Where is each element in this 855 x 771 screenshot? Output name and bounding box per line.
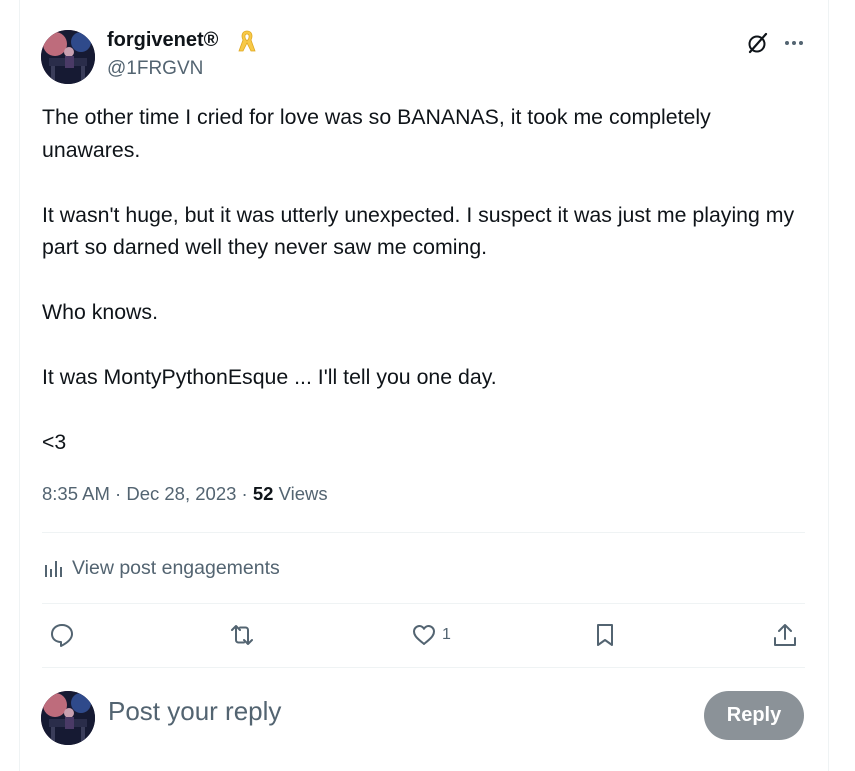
tweet-text: The other time I cried for love was so B… — [42, 101, 802, 459]
tweet-paragraph: <3 — [42, 430, 67, 454]
reply-input[interactable]: Post your reply — [108, 696, 281, 727]
tweet-paragraph: The other time I cried for love was so B… — [42, 105, 711, 162]
reply-submit-button[interactable]: Reply — [704, 691, 804, 740]
tweet-time[interactable]: 8:35 AM — [42, 483, 110, 504]
views-count: 52 — [252, 483, 274, 504]
repost-button[interactable] — [228, 617, 256, 653]
bookmark-icon — [597, 624, 613, 646]
share-button[interactable] — [771, 617, 799, 653]
avatar-image — [41, 691, 95, 745]
view-engagements-link[interactable]: View post engagements — [42, 554, 280, 582]
author-handle[interactable]: @1FRGVN — [107, 58, 203, 80]
divider — [42, 667, 805, 668]
bookmark-button[interactable] — [591, 617, 619, 653]
tweet-date[interactable]: Dec 28, 2023 — [126, 483, 236, 504]
repost-icon — [231, 625, 253, 645]
grok-icon[interactable] — [746, 31, 770, 55]
divider — [42, 603, 805, 604]
tweet-meta: 8:35 AM · Dec 28, 2023 · 52 Views — [42, 483, 328, 505]
right-border — [828, 0, 829, 771]
tweet-paragraph: It wasn't huge, but it was utterly unexp… — [42, 202, 795, 260]
left-border — [19, 0, 20, 771]
action-bar: 1 — [42, 617, 805, 653]
yellow-ribbon-icon — [238, 30, 256, 52]
avatar-image — [41, 30, 95, 84]
user-avatar[interactable] — [41, 691, 95, 745]
reply-button[interactable] — [48, 617, 76, 653]
reply-icon — [51, 624, 73, 647]
heart-icon — [413, 625, 435, 645]
tweet-paragraph: It was MontyPythonEsque ... I'll tell yo… — [42, 365, 497, 389]
like-button[interactable]: 1 — [410, 617, 451, 653]
views-label: Views — [278, 483, 328, 504]
divider — [42, 532, 805, 533]
share-icon — [774, 624, 796, 646]
author-avatar[interactable] — [41, 30, 95, 84]
view-engagements-label: View post engagements — [72, 556, 280, 579]
analytics-icon — [45, 561, 62, 577]
more-icon[interactable] — [782, 31, 806, 55]
meta-separator: · — [115, 483, 122, 504]
tweet-paragraph: Who knows. — [42, 300, 158, 324]
meta-separator: · — [241, 483, 248, 504]
author-display-name[interactable]: forgivenet® — [107, 29, 218, 52]
like-count: 1 — [442, 626, 451, 643]
